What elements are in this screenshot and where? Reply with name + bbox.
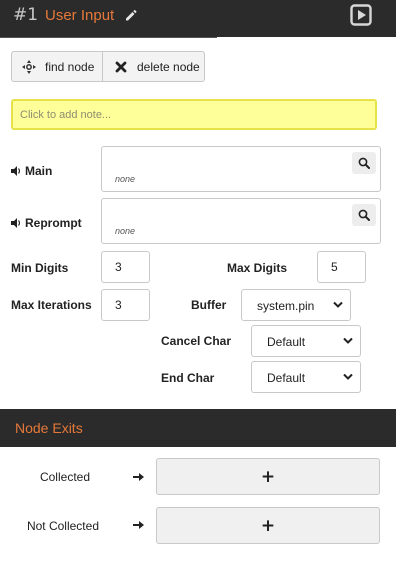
speaker-icon [11, 218, 21, 228]
delete-node-button[interactable]: delete node [103, 52, 204, 81]
chevron-down-icon [343, 373, 353, 380]
reprompt-search-button[interactable] [352, 204, 376, 226]
max-iterations-input[interactable] [101, 289, 150, 321]
buffer-value: system.pin [257, 299, 315, 313]
search-icon [358, 157, 370, 169]
max-digits-label: Max Digits [227, 261, 288, 275]
end-char-label: End Char [161, 371, 215, 385]
exit-label-collected: Collected [39, 470, 90, 484]
exit-label-not-collected: Not Collected [26, 519, 99, 533]
min-digits-label: Min Digits [11, 261, 69, 275]
node-toolbar: find node delete node [11, 51, 205, 82]
header-divider [0, 37, 217, 38]
end-char-value: Default [267, 371, 306, 385]
note-field[interactable]: Click to add note... [11, 99, 377, 130]
arrow-right-icon [133, 473, 144, 481]
main-prompt-value: none [115, 174, 136, 184]
exit-not-collected-add-button[interactable]: + [156, 507, 380, 544]
max-digits-input[interactable] [317, 251, 366, 283]
note-placeholder: Click to add note... [20, 109, 112, 121]
node-exits-header: Node Exits [0, 409, 396, 447]
node-exits-title: Node Exits [15, 420, 83, 436]
speaker-icon [11, 166, 21, 176]
cancel-char-label: Cancel Char [161, 334, 232, 348]
reprompt-value: none [115, 226, 136, 236]
node-header: #1 User Input [0, 0, 396, 37]
node-title[interactable]: User Input [45, 7, 114, 25]
buffer-select[interactable]: system.pin [241, 289, 351, 321]
main-prompt-field[interactable]: none [101, 146, 381, 192]
end-char-select[interactable]: Default [251, 361, 361, 393]
max-iterations-label: Max Iterations [11, 298, 92, 312]
close-icon [115, 61, 127, 72]
reprompt-label: Reprompt [11, 216, 82, 230]
min-digits-input[interactable] [101, 251, 150, 283]
arrow-right-icon [133, 521, 144, 529]
pencil-icon[interactable] [124, 8, 138, 22]
main-prompt-search-button[interactable] [352, 152, 376, 174]
cancel-char-select[interactable]: Default [251, 325, 361, 357]
node-number: #1 [13, 5, 39, 25]
chevron-down-icon [343, 337, 353, 344]
find-node-button[interactable]: find node [12, 52, 103, 81]
main-prompt-label: Main [11, 164, 52, 178]
chevron-down-icon [333, 301, 343, 308]
find-node-label: find node [45, 59, 95, 74]
cancel-char-value: Default [267, 335, 306, 349]
delete-node-label: delete node [137, 59, 200, 74]
exit-collected-add-button[interactable]: + [156, 458, 380, 495]
crosshair-icon [22, 59, 36, 74]
reprompt-field[interactable]: none [101, 198, 381, 244]
play-icon[interactable] [350, 4, 372, 26]
search-icon [358, 209, 370, 221]
buffer-label: Buffer [191, 298, 227, 312]
